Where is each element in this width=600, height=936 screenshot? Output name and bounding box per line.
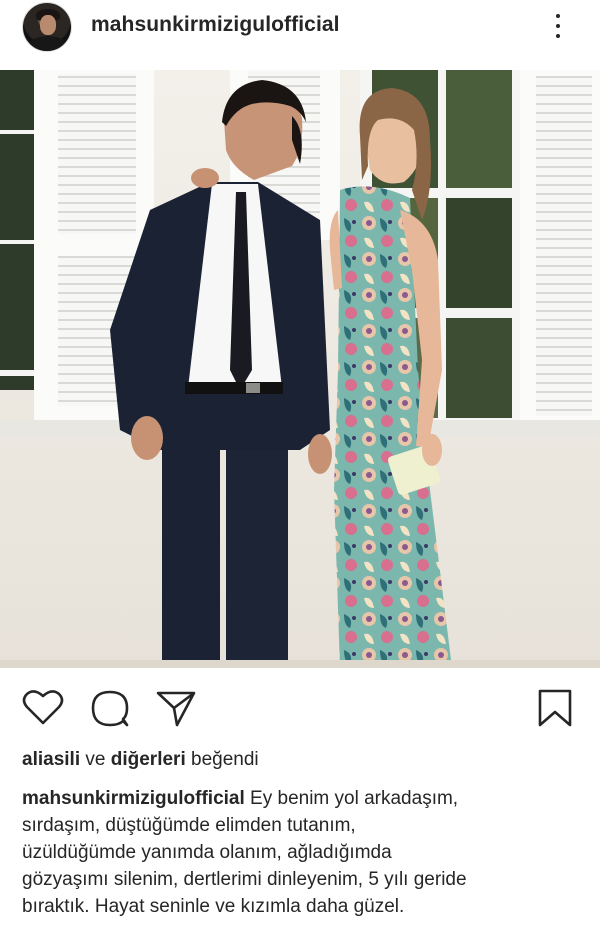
caption-line: gözyaşımı silenim, dertlerimi dinleyenim… (22, 869, 467, 890)
photo-illustration (0, 70, 600, 668)
post-actions (0, 668, 600, 746)
caption-line: sırdaşım, düştüğümde elimden tutanım, (22, 815, 356, 836)
caption-line: üzüldüğümde yanımda olanım, ağladığımda (22, 842, 392, 863)
caption-line: bıraktık. Hayat seninle ve kızımla daha … (22, 896, 405, 917)
liker-username[interactable]: aliasili (22, 749, 80, 770)
avatar-shoulders (27, 36, 69, 51)
heart-icon[interactable] (22, 688, 64, 726)
post-photo[interactable] (0, 70, 600, 668)
left-window (0, 70, 34, 390)
post-username[interactable]: mahsunkirmizigulofficial (91, 13, 340, 37)
bookmark-icon[interactable] (537, 688, 573, 728)
post-header: mahsunkirmizigulofficial (0, 0, 600, 56)
profile-avatar[interactable] (22, 2, 72, 52)
post-caption: mahsunkirmizigulofficial Ey benim yol ar… (22, 785, 582, 920)
likes-line: aliasili ve diğerleri beğendi (22, 749, 259, 771)
caption-line: mahsunkirmizigulofficial Ey benim yol ar… (22, 785, 582, 812)
send-icon[interactable] (155, 688, 197, 728)
avatar-face (40, 15, 56, 35)
likes-others[interactable]: diğerleri (111, 749, 186, 770)
likes-connector: ve (85, 749, 106, 770)
more-options-icon[interactable] (548, 10, 568, 44)
likes-verb: beğendi (191, 749, 259, 770)
comment-icon[interactable] (89, 688, 131, 728)
caption-username[interactable]: mahsunkirmizigulofficial (22, 788, 245, 809)
caption-first-line: Ey benim yol arkadaşım, (250, 788, 459, 809)
